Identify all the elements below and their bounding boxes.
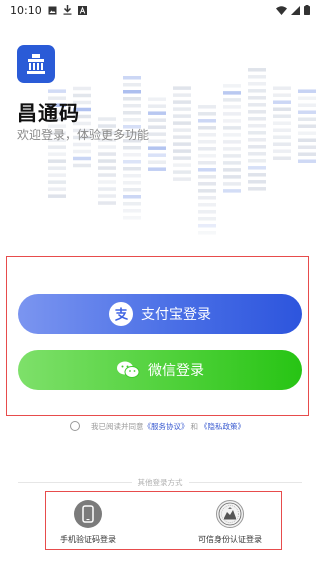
status-right	[276, 5, 310, 15]
trusted-identity-login-option[interactable]: 可信身份认证登录	[192, 500, 268, 545]
app-subtitle: 欢迎登录，体验更多功能	[17, 128, 150, 142]
other-login-divider: 其他登录方式	[18, 477, 302, 487]
agreement-conjunction: 和	[190, 421, 199, 431]
emblem-icon	[216, 500, 244, 528]
wechat-login-button[interactable]: 微信登录	[18, 350, 302, 390]
alipay-login-label: 支付宝登录	[141, 307, 211, 323]
status-bar: 10:10	[0, 0, 320, 20]
phone-code-login-option[interactable]: 手机验证码登录	[58, 500, 118, 545]
identity-login-label: 可信身份认证登录	[198, 535, 262, 544]
service-agreement-link[interactable]: 《服务协议》	[144, 421, 189, 432]
image-icon	[48, 6, 57, 14]
agreement-radio[interactable]	[70, 421, 80, 431]
alipay-login-button[interactable]: 支付宝登录	[18, 294, 302, 334]
app-logo	[17, 45, 55, 83]
alipay-icon	[109, 302, 133, 326]
status-time: 10:10	[10, 3, 42, 17]
divider-line-right	[188, 481, 302, 483]
notification-a-icon	[77, 5, 87, 15]
status-left: 10:10	[10, 4, 87, 17]
download-icon	[63, 5, 72, 15]
wifi-icon	[276, 5, 287, 15]
battery-icon	[304, 5, 310, 15]
other-login-title: 其他登录方式	[137, 477, 183, 487]
app-title: 昌通码	[17, 101, 80, 125]
divider-line-left	[18, 481, 132, 483]
login-buttons-highlight	[6, 256, 309, 416]
wechat-icon	[116, 360, 140, 380]
signal-icon	[291, 5, 300, 15]
wechat-login-label: 微信登录	[148, 363, 204, 379]
phone-icon	[74, 500, 102, 528]
building-icon	[27, 54, 45, 74]
phone-login-label: 手机验证码登录	[60, 535, 116, 544]
agreement-row: 我已阅读并同意 《服务协议》 和 《隐私政策》	[70, 420, 245, 432]
privacy-policy-link[interactable]: 《隐私政策》	[200, 421, 245, 432]
agreement-prefix: 我已阅读并同意	[91, 421, 144, 431]
